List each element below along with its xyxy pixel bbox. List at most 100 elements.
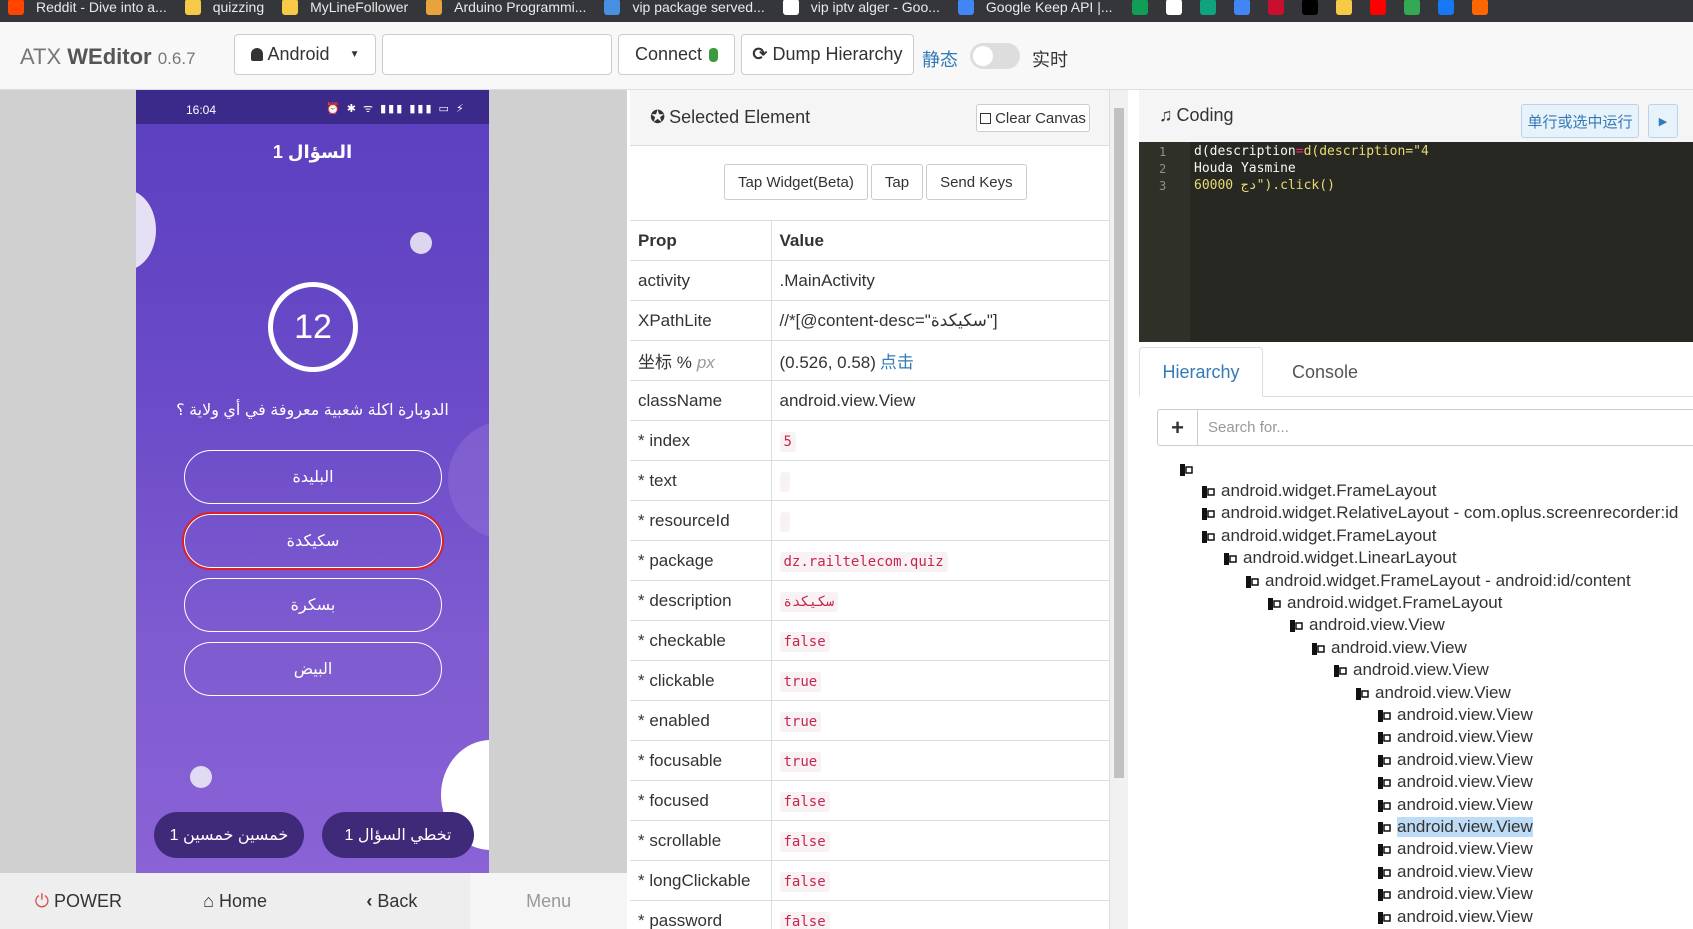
bookmark-item[interactable]: vip package served... [596, 0, 774, 18]
property-key: * password [630, 900, 772, 929]
tree-node[interactable]: android.view.View [1289, 615, 1445, 636]
fifty-fifty-button[interactable]: خمسين خمسين 1 [154, 812, 304, 858]
tree-node[interactable] [1179, 458, 1199, 479]
power-button[interactable]: ⏻ POWER [0, 873, 157, 929]
answer-option-2[interactable]: سكيكدة [182, 512, 444, 570]
tap-button[interactable]: Tap [870, 164, 924, 200]
node-component-icon [1333, 663, 1347, 678]
bookmark-icon[interactable] [1165, 0, 1182, 15]
property-value-code: سكيكدة [779, 591, 839, 612]
line-number: 2 [1159, 162, 1167, 176]
answer-option-4[interactable]: البيض [184, 642, 442, 696]
tree-node[interactable]: android.view.View [1377, 906, 1533, 927]
search-input[interactable]: Search for... [1198, 410, 1289, 445]
bookmark-icon[interactable] [1131, 0, 1148, 15]
connect-button[interactable]: Connect [618, 34, 735, 75]
bookmark-icon[interactable] [1199, 0, 1216, 15]
bookmark-icon[interactable] [1335, 0, 1352, 15]
status-time: 16:04 [186, 103, 217, 117]
bookmark-item[interactable]: Reddit - Dive into a... [0, 0, 177, 18]
dump-hierarchy-button[interactable]: ⟳ Dump Hierarchy [741, 34, 914, 75]
tree-node[interactable]: android.view.View [1311, 637, 1467, 658]
platform-dropdown[interactable]: Android ▼ [234, 34, 376, 75]
tree-node[interactable]: android.widget.FrameLayout - android:id/… [1245, 570, 1631, 591]
property-key-text: * resourceId [638, 510, 730, 530]
property-key-text: * index [638, 430, 690, 450]
tree-node[interactable]: android.view.View [1377, 861, 1533, 882]
tab-console[interactable]: Console [1263, 347, 1387, 397]
tree-node[interactable]: android.widget.LinearLayout [1223, 548, 1457, 569]
bookmark-item[interactable]: Arduino Programmi... [418, 0, 596, 18]
property-row: * index 5 [630, 420, 1109, 461]
tree-node[interactable]: android.view.View [1377, 794, 1533, 815]
bookmark-icon[interactable] [1437, 0, 1454, 15]
middle-scrollbar[interactable] [1110, 90, 1128, 929]
tree-node[interactable]: android.view.View [1377, 727, 1533, 748]
answer-option-3[interactable]: بسكرة [184, 578, 442, 632]
bookmark-item[interactable]: MyLineFollower [274, 0, 418, 18]
property-key-text: * checkable [638, 630, 726, 650]
skip-question-button[interactable]: تخطي السؤال 1 [322, 812, 474, 858]
property-key: * index [630, 420, 772, 461]
bottom-tabs: Hierarchy Console [1139, 347, 1693, 397]
menu-button[interactable]: Menu [470, 873, 627, 929]
property-value: سكيكدة [771, 580, 1109, 621]
tree-node[interactable]: android.view.View [1333, 660, 1489, 681]
tree-node-label: android.widget.RelativeLayout - com.oplu… [1221, 503, 1679, 523]
dump-label: Dump Hierarchy [772, 44, 903, 64]
bookmark-icon[interactable] [1233, 0, 1250, 15]
bookmark-icon[interactable] [1369, 0, 1386, 15]
answer-option-1[interactable]: البليدة [184, 450, 442, 504]
bookmark-item[interactable]: Google Keep API |... [950, 0, 1123, 18]
expand-all-button[interactable]: + [1158, 410, 1198, 445]
phone-screen[interactable]: 16:04 ⏰ ✱ ᯤ ▮▮▮ ▮▮▮ ▭ ⚡ السؤال 1 12 الدو… [136, 90, 489, 873]
property-key: * focusable [630, 740, 772, 781]
tree-node[interactable]: android.widget.FrameLayout [1267, 592, 1502, 613]
countdown-timer: 12 [268, 282, 358, 372]
unit-toggle[interactable]: px [697, 353, 715, 372]
tree-node[interactable]: android.view.View [1377, 884, 1533, 905]
property-value: false [771, 780, 1109, 821]
brand: ATX WEditor 0.6.7 [20, 44, 196, 70]
tree-node[interactable]: android.view.View [1377, 816, 1533, 837]
tree-node[interactable]: android.widget.FrameLayout [1201, 480, 1436, 501]
question-text: الدوبارة اكلة شعبية معروفة في أي ولاية ؟ [176, 402, 449, 419]
send-keys-button[interactable]: Send Keys [926, 164, 1027, 200]
tree-node[interactable]: android.view.View [1355, 682, 1511, 703]
tree-node-label: android.view.View [1309, 615, 1445, 635]
run-all-button[interactable]: ▶ [1648, 104, 1678, 138]
clear-canvas-button[interactable]: Clear Canvas [976, 104, 1090, 132]
tab-hierarchy[interactable]: Hierarchy [1139, 347, 1263, 397]
property-value-code [779, 511, 790, 532]
tap-widget-button[interactable]: Tap Widget(Beta) [724, 164, 868, 200]
code-line-1: d(description=d(description="4 [1194, 144, 1429, 159]
tree-node[interactable]: android.view.View [1377, 772, 1533, 793]
bookmark-label: Google Keep API |... [985, 0, 1113, 15]
home-button[interactable]: ⌂ Home [157, 873, 314, 929]
realtime-toggle[interactable] [970, 43, 1020, 69]
bookmark-icon[interactable] [1471, 0, 1488, 15]
tree-node[interactable]: android.view.View [1377, 839, 1533, 860]
bookmark-icon[interactable] [1301, 0, 1318, 15]
run-selection-button[interactable]: 单行或选中运行 [1521, 104, 1639, 138]
bookmark-icon[interactable] [1403, 0, 1420, 15]
decor-circle [136, 190, 156, 270]
back-button[interactable]: ‹ Back [314, 873, 471, 929]
tree-node-label: android.widget.FrameLayout [1221, 480, 1437, 500]
click-coordinate-link[interactable]: 点击 [880, 353, 914, 372]
device-address-input[interactable] [382, 34, 612, 75]
bookmark-icon[interactable] [1267, 0, 1284, 15]
bookmark-item[interactable]: quizzing [177, 0, 274, 18]
bookmark-item[interactable]: vip iptv alger - Goo... [775, 0, 950, 18]
node-component-icon [1377, 887, 1391, 902]
coding-title-text: Coding [1176, 105, 1234, 125]
bookmark-favicon-icon [426, 0, 443, 15]
tree-node[interactable]: android.view.View [1377, 704, 1533, 725]
property-value-code: true [779, 751, 822, 772]
tree-node[interactable]: android.widget.RelativeLayout - com.oplu… [1201, 503, 1678, 524]
tree-node[interactable]: android.widget.FrameLayout [1201, 525, 1436, 546]
tree-node[interactable]: android.view.View [1377, 749, 1533, 770]
property-key: * text [630, 460, 772, 501]
code-editor[interactable]: 1 2 3 d(description=d(description="4 Hou… [1139, 142, 1693, 342]
scrollbar-thumb[interactable] [1114, 108, 1124, 778]
